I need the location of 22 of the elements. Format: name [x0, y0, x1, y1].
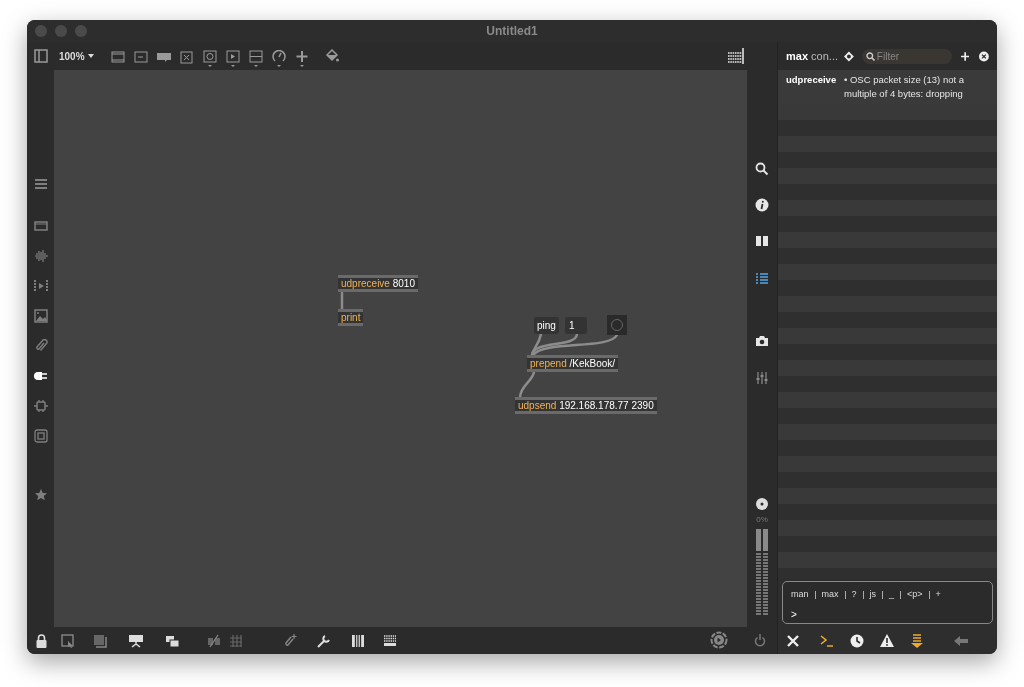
shortcut-link[interactable]: ? [851, 588, 857, 602]
shortcut-link[interactable]: max [821, 588, 839, 602]
message-source: udpreceive [786, 73, 838, 87]
patch-object[interactable]: print [338, 309, 364, 326]
window-title: Untitled1 [486, 23, 538, 40]
patch-object[interactable]: udpsend 192.168.178.77 2390 [515, 397, 657, 414]
shortcut-link[interactable]: man [791, 588, 809, 602]
patch-object[interactable]: prepend /KekBook/ [527, 355, 619, 372]
shortcut-link[interactable]: _ [889, 588, 895, 602]
number-box[interactable]: 1 [565, 317, 587, 334]
patch-object[interactable]: udpreceive 8010 [338, 275, 418, 292]
console-title: max con... [786, 48, 838, 64]
message-text: • OSC packet size (13) not a multiple of 4 bytes: dropping [843, 73, 966, 101]
filter-field[interactable]: Filter [861, 48, 952, 64]
shortcut-link[interactable]: + [935, 588, 941, 602]
message-box[interactable]: ping [534, 317, 559, 334]
zoom-dropdown[interactable]: 100% [59, 48, 94, 64]
shortcut-link[interactable]: js [869, 588, 877, 602]
patcher-canvas[interactable]: udpreceive 8010 print ping 1 prepend /KekBook/ udpsend 192.168.178.77 2390 [54, 70, 747, 627]
shortcut-link[interactable]: <p> [907, 588, 923, 602]
command-prompt: > [791, 607, 797, 622]
command-input-field[interactable]: man max ? js _ <p> + > [782, 581, 993, 624]
